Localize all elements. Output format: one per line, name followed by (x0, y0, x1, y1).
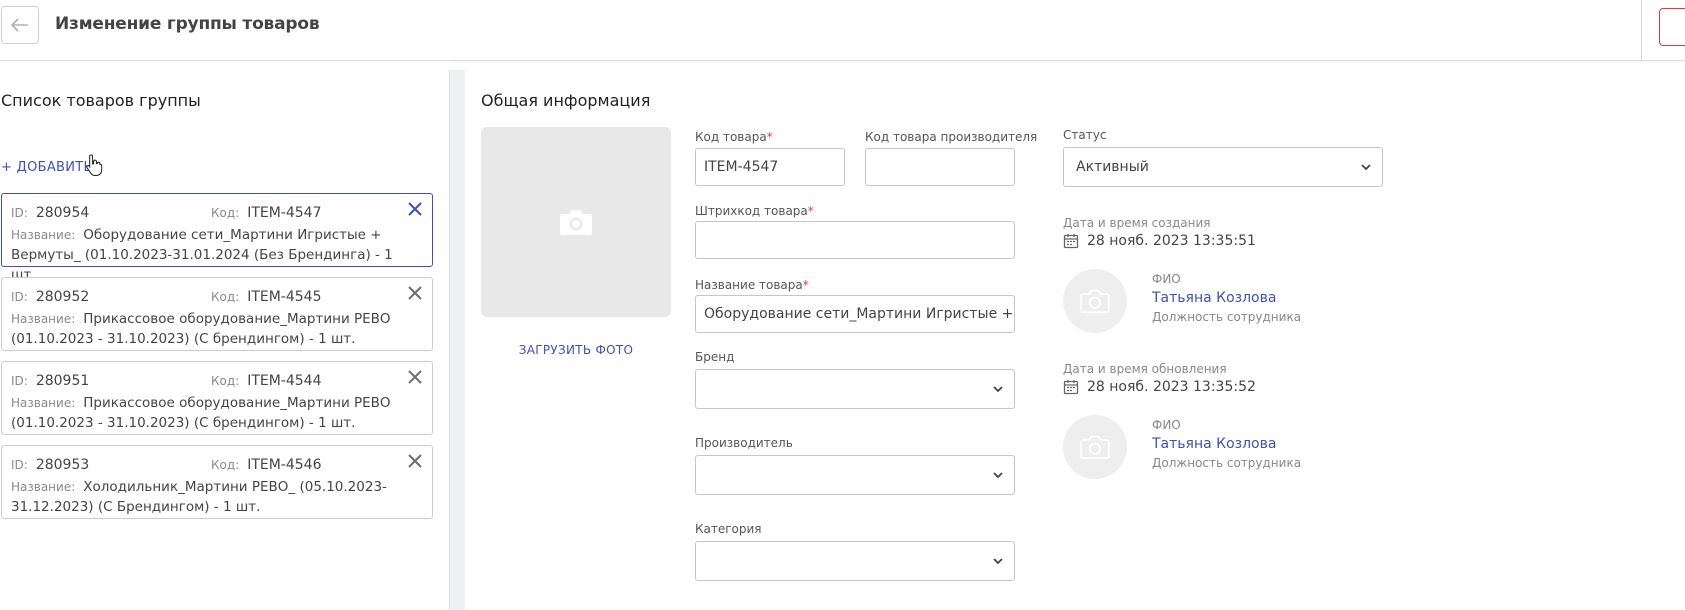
item-code: Код: ITEM-4546 (211, 457, 322, 473)
add-item-button[interactable]: + ДОБАВИТЬ (1, 160, 93, 175)
item-name: Название: Оборудование сети_Мартини Игрис… (11, 227, 393, 283)
created-datetime: 28 нояб. 2023 13:35:51 (1063, 233, 1256, 249)
item-id: ID: 280954 (11, 205, 90, 221)
product-photo-placeholder (481, 127, 671, 317)
page-header: Изменение группы товаров (0, 0, 1685, 61)
item-id: ID: 280952 (11, 289, 90, 305)
mfr-code-label: Код товара производителя (865, 130, 1038, 144)
manufacturer-label: Производитель (695, 436, 793, 450)
code-label: Код товара* (695, 130, 773, 144)
barcode-label: Штрихкод товара* (695, 204, 814, 218)
group-item-card[interactable]: ID: 280954 Код: ITEM-4547 Название: Оборудо… (1, 193, 433, 283)
avatar (1063, 415, 1127, 479)
group-items-title: Список товаров группы (1, 91, 201, 110)
updater-name-link[interactable]: Татьяна Козлова (1152, 436, 1276, 452)
code-input[interactable]: ITEM-4547 (695, 148, 845, 186)
page-title: Изменение группы товаров (55, 14, 320, 34)
upload-photo-button[interactable]: ЗАГРУЗИТЬ ФОТО (481, 343, 671, 357)
group-item-card[interactable]: ID: 280951 Код: ITEM-4544 Название: Прикасс… (1, 361, 433, 435)
remove-item-icon[interactable] (406, 200, 424, 218)
camera-icon (1080, 289, 1110, 314)
calendar-icon (1063, 234, 1079, 249)
mfr-code-input[interactable] (865, 148, 1015, 186)
creator-name-link[interactable]: Татьяна Козлова (1152, 290, 1276, 306)
updated-datetime: 28 нояб. 2023 13:35:52 (1063, 379, 1256, 395)
manufacturer-select[interactable] (695, 455, 1015, 495)
category-select[interactable] (695, 541, 1015, 581)
panel-divider (449, 70, 465, 610)
header-action-button[interactable] (1659, 8, 1685, 46)
chevron-down-icon (1361, 164, 1371, 171)
arrow-left-icon (11, 18, 28, 32)
camera-icon (560, 210, 592, 235)
brand-label: Бренд (695, 350, 735, 364)
product-name-input[interactable]: Оборудование сети_Мартини Игристые + Вер… (695, 295, 1015, 333)
barcode-input[interactable] (695, 221, 1015, 259)
updater-position: Должность сотрудника (1152, 456, 1302, 470)
remove-item-icon[interactable] (406, 284, 424, 302)
group-item-card[interactable]: ID: 280953 Код: ITEM-4546 Название: Холодил… (1, 445, 433, 519)
item-code: Код: ITEM-4544 (211, 373, 322, 389)
avatar (1063, 269, 1127, 333)
updated-label: Дата и время обновления (1063, 362, 1227, 376)
item-id: ID: 280953 (11, 457, 90, 473)
group-item-card[interactable]: ID: 280952 Код: ITEM-4545 Название: Прикасс… (1, 277, 433, 351)
item-name: Название: Прикассовое оборудование_Мартин… (11, 311, 391, 347)
product-name-label: Название товара* (695, 278, 809, 292)
category-label: Категория (695, 522, 762, 536)
camera-icon (1080, 435, 1110, 460)
item-name: Название: Холодильник_Мартини РЕВО_ (05.1… (11, 479, 387, 515)
chevron-down-icon (993, 558, 1003, 565)
calendar-icon (1063, 380, 1079, 395)
fio-label: ФИО (1152, 272, 1181, 286)
remove-item-icon[interactable] (406, 368, 424, 386)
remove-item-icon[interactable] (406, 452, 424, 470)
chevron-down-icon (993, 472, 1003, 479)
item-name: Название: Прикассовое оборудование_Мартин… (11, 395, 391, 431)
item-id: ID: 280951 (11, 373, 90, 389)
item-code: Код: ITEM-4545 (211, 289, 322, 305)
brand-select[interactable] (695, 369, 1015, 409)
fio-label: ФИО (1152, 418, 1181, 432)
hand-cursor-icon (86, 154, 103, 176)
back-button[interactable] (1, 6, 39, 44)
chevron-down-icon (993, 386, 1003, 393)
general-info-title: Общая информация (481, 91, 651, 110)
status-label: Статус (1063, 128, 1107, 142)
item-code: Код: ITEM-4547 (211, 205, 322, 221)
created-label: Дата и время создания (1063, 216, 1211, 230)
status-select[interactable]: Активный (1063, 147, 1383, 187)
creator-position: Должность сотрудника (1152, 310, 1302, 324)
header-divider (1641, 0, 1642, 61)
